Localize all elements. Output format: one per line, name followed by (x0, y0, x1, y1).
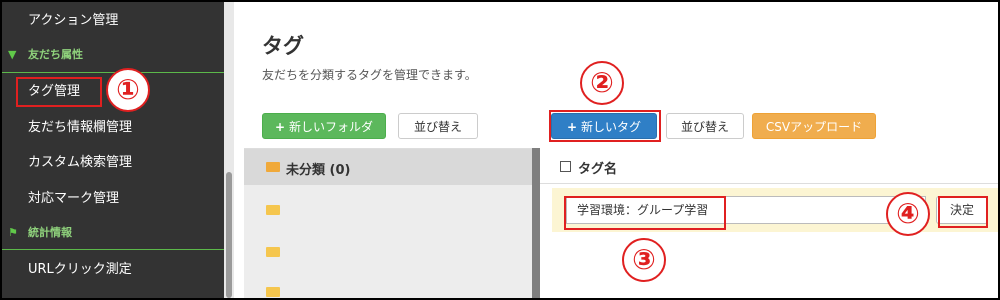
highlight-tag-management (16, 77, 102, 107)
sidebar-section-friend-attributes: ▼ 友だち属性 (2, 47, 224, 63)
tag-sort-button[interactable]: 並び替え (666, 113, 744, 139)
sidebar-item-action-management[interactable]: アクション管理 (2, 11, 224, 31)
csv-upload-button[interactable]: CSVアップロード (752, 113, 876, 139)
highlight-new-tag-button (549, 110, 661, 142)
folder-icon (266, 247, 280, 257)
main-content: タグ 友だちを分類するタグを管理できます。 + 新しいフォルダ 並び替え + 新しい… (234, 2, 998, 298)
sidebar-item-label: 対応マーク管理 (28, 191, 120, 206)
button-label: 並び替え (680, 120, 729, 134)
button-label: 並び替え (413, 120, 462, 134)
sidebar-section-statistics: ⚑ 統計情報 (2, 225, 224, 241)
sidebar-item-custom-search[interactable]: カスタム検索管理 (2, 153, 224, 173)
sidebar-section-label: 統計情報 (28, 226, 72, 239)
folder-list: 未分類 (0) (244, 148, 532, 298)
folder-open-icon (266, 162, 280, 172)
step-number-1: ① (106, 68, 150, 112)
sidebar-scrollbar[interactable] (224, 2, 234, 298)
filter-icon: ▼ (8, 48, 17, 61)
highlight-decide-button (938, 196, 988, 228)
sidebar-section-label: 友だち属性 (28, 48, 83, 61)
folder-row[interactable] (244, 233, 532, 269)
sidebar-item-response-mark[interactable]: 対応マーク管理 (2, 189, 224, 209)
sidebar-item-label: 友だち情報欄管理 (28, 120, 133, 135)
step-number-2: ② (580, 61, 624, 105)
step-number-3: ③ (622, 238, 666, 282)
sidebar-divider (2, 249, 224, 250)
sidebar-item-label: URLクリック測定 (28, 262, 132, 277)
page-description: 友だちを分類するタグを管理できます。 (262, 68, 477, 82)
plus-icon: + (274, 120, 286, 134)
new-folder-button[interactable]: + 新しいフォルダ (262, 113, 386, 139)
button-label: CSVアップロード (765, 120, 863, 134)
pane-splitter[interactable] (532, 148, 540, 298)
sidebar-item-label: カスタム検索管理 (28, 155, 133, 170)
highlight-tag-input (564, 196, 726, 230)
button-label: 新しいフォルダ (289, 120, 374, 134)
flag-icon: ⚑ (8, 226, 18, 239)
folder-row[interactable] (244, 191, 532, 227)
folder-row[interactable] (244, 273, 532, 298)
tag-list-header: タグ名 (540, 148, 998, 184)
step-number-4: ④ (886, 192, 930, 236)
select-all-checkbox[interactable] (560, 161, 571, 172)
page-title: タグ (262, 34, 304, 58)
folder-label: 未分類 (0) (286, 163, 351, 178)
folder-sort-button[interactable]: 並び替え (398, 113, 478, 139)
app-window: アクション管理 ▼ 友だち属性 タグ管理 友だち情報欄管理 カスタム検索管理 対… (2, 2, 998, 298)
tag-name-column-header: タグ名 (578, 162, 618, 177)
folder-row-uncategorized[interactable]: 未分類 (0) (244, 149, 532, 185)
sidebar: アクション管理 ▼ 友だち属性 タグ管理 友だち情報欄管理 カスタム検索管理 対… (2, 2, 224, 298)
sidebar-item-friend-info-fields[interactable]: 友だち情報欄管理 (2, 118, 224, 138)
sidebar-item-label: アクション管理 (28, 13, 119, 28)
folder-icon (266, 287, 280, 297)
folder-icon (266, 205, 280, 215)
sidebar-item-url-click[interactable]: URLクリック測定 (2, 260, 224, 280)
scrollbar-thumb[interactable] (226, 172, 232, 298)
